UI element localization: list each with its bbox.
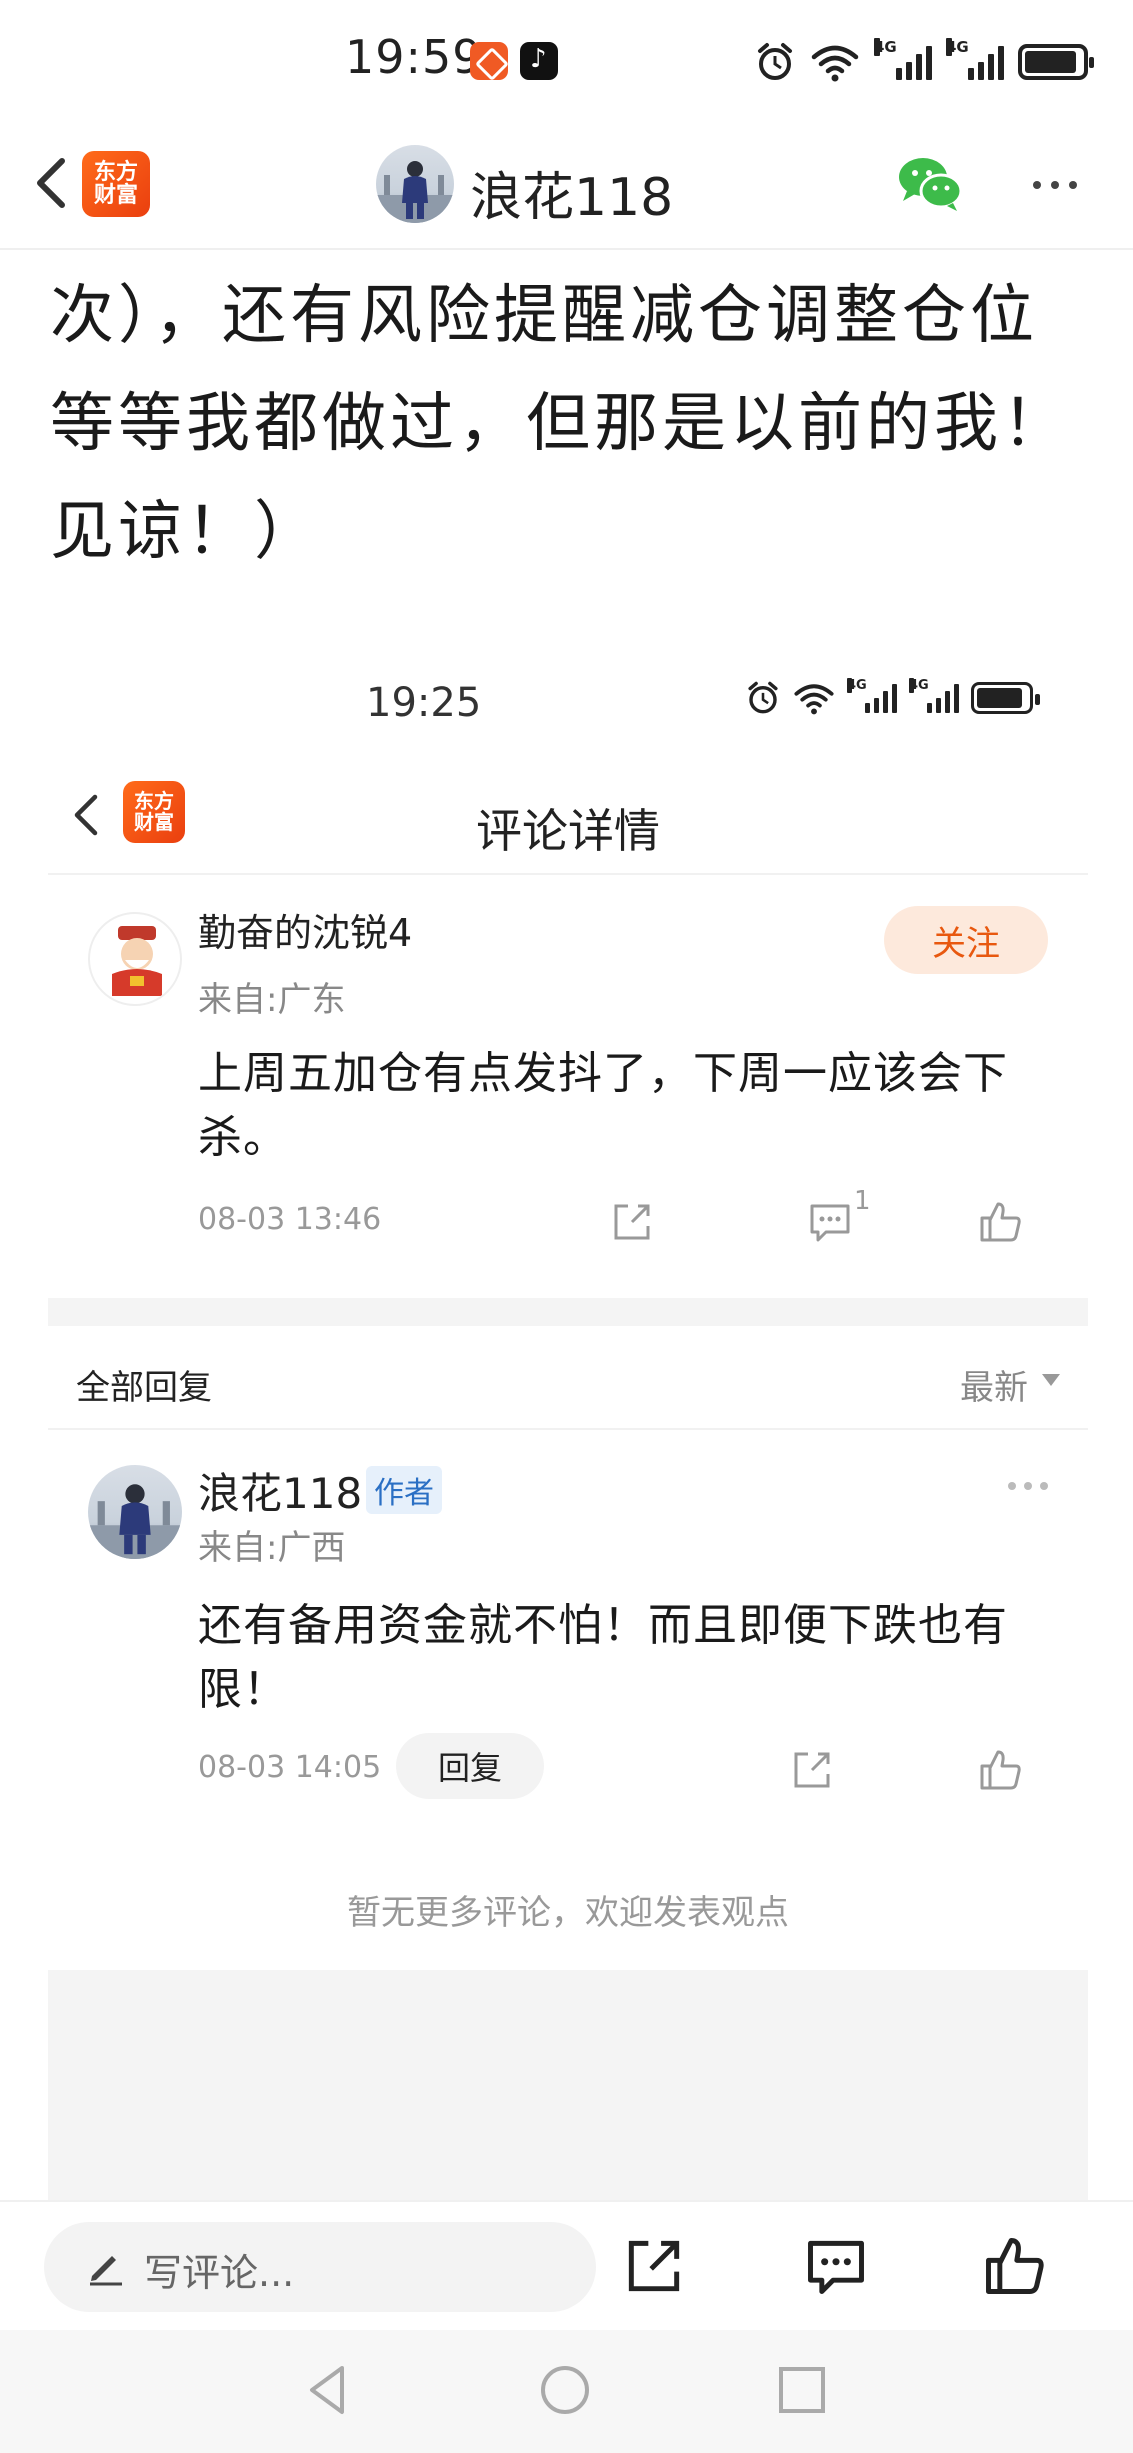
embedded-header: 东方 财富 评论详情: [48, 765, 1088, 875]
person-figure-icon: [88, 1484, 182, 1559]
comment-date: 08-03 13:46: [198, 1202, 382, 1237]
like-icon: [976, 1746, 1024, 1794]
reply-date: 08-03 14:05: [198, 1750, 382, 1785]
status-time: 19:59: [345, 30, 483, 84]
follow-button: 关注: [884, 906, 1048, 974]
comment-icon: [808, 2240, 864, 2294]
wechat-icon: [899, 158, 963, 211]
sort-selector: 最新: [960, 1368, 1028, 1408]
nav-recents-button[interactable]: [772, 2360, 832, 2420]
wifi-icon: [794, 684, 834, 715]
reply-card: 浪花118 作者 来自:广西 还有备用资金就不怕！而且即便下跌也有限！ 08-0…: [48, 1460, 1088, 1799]
status-bar: 19:59 4G 4G: [0, 0, 1133, 125]
alarm-icon: [758, 43, 792, 80]
notification-app-icon: [470, 42, 508, 80]
app-logo[interactable]: 东方 财富: [82, 151, 150, 217]
write-comment-placeholder: 写评论...: [144, 2251, 295, 2295]
back-chevron-icon: [37, 158, 65, 208]
embedded-screenshot-image[interactable]: 19:25 4G 4G 东方 财富 评论详情 勤奋的沈锐4 来自:广东 关注 上…: [48, 640, 1088, 2200]
cellular-signal-icon: 4G: [874, 38, 932, 80]
nav-home-button[interactable]: [535, 2360, 595, 2420]
author-avatar[interactable]: [376, 145, 454, 223]
person-figure-icon: [376, 161, 454, 223]
fortune-god-avatar-icon: [112, 926, 162, 996]
share-icon: [628, 2240, 680, 2292]
replier-name: 浪花118: [198, 1469, 363, 1518]
embedded-status-time: 19:25: [366, 680, 482, 726]
reply-more-options: [1008, 1482, 1048, 1490]
back-button[interactable]: [20, 153, 80, 213]
commenter-avatar: [88, 912, 182, 1006]
cellular-signal-icon: 4G: [847, 678, 897, 713]
wechat-share-button[interactable]: [895, 153, 965, 215]
replies-header: 全部回复 最新: [48, 1326, 1088, 1430]
share-button[interactable]: [620, 2232, 688, 2300]
page-title: 浪花118: [470, 168, 674, 228]
all-replies-label: 全部回复: [76, 1368, 212, 1408]
author-badge: 作者: [366, 1466, 442, 1514]
system-icons: 4G 4G: [754, 38, 1094, 86]
bottom-action-bar: 写评论...: [0, 2200, 1133, 2330]
tiktok-notification-icon: [520, 42, 558, 80]
reply-text: 还有备用资金就不怕！而且即便下跌也有限！: [198, 1600, 1008, 1715]
cellular-signal-icon-2: 4G: [946, 38, 1004, 80]
commenter-location: 来自:广东: [198, 980, 346, 1020]
alarm-icon: [748, 681, 778, 714]
share-icon: [788, 1746, 836, 1794]
embedded-page-title: 评论详情: [476, 804, 660, 858]
comment-card: 勤奋的沈锐4 来自:广东 关注 上周五加仓有点发抖了，下周一应该会下杀。 08-…: [48, 902, 1088, 1242]
battery-icon: [1018, 44, 1094, 80]
post-text-line: 等等我都做过，但那是以前的我！: [50, 387, 1070, 461]
section-divider: [48, 1298, 1088, 1326]
nav-back-button[interactable]: [298, 2360, 358, 2420]
triangle-back-icon: [310, 2366, 344, 2414]
like-button[interactable]: [980, 2232, 1048, 2300]
comment-button[interactable]: [802, 2232, 870, 2300]
write-comment-input[interactable]: 写评论...: [44, 2222, 596, 2312]
no-more-comments-text: 暂无更多评论，欢迎发表观点: [347, 1893, 789, 1933]
embedded-system-icons: 4G 4G: [745, 678, 1040, 716]
wifi-icon: [811, 45, 859, 82]
like-icon: [976, 1198, 1024, 1246]
comment-text: 上周五加仓有点发抖了，下周一应该会下杀。: [198, 1048, 1008, 1163]
share-icon: [608, 1198, 656, 1246]
battery-icon: [971, 682, 1040, 714]
reply-count: 1: [854, 1186, 871, 1216]
pencil-icon: [90, 2256, 122, 2286]
commenter-name: 勤奋的沈锐4: [198, 911, 413, 955]
replier-location: 来自:广西: [198, 1528, 346, 1568]
more-options-button[interactable]: [1020, 165, 1090, 205]
replier-avatar: [88, 1465, 182, 1559]
caret-down-icon: [1042, 1374, 1060, 1386]
comment-icon: [806, 1198, 854, 1246]
cellular-signal-icon-2: 4G: [909, 678, 959, 713]
square-recents-icon: [779, 2367, 825, 2413]
post-text-line: 见谅！）: [50, 495, 322, 569]
empty-area: [48, 1970, 1088, 2200]
reply-button: 回复: [396, 1733, 544, 1799]
post-text-line: 次），还有风险提醒减仓调整仓位: [50, 279, 1038, 353]
top-nav-bar: 东方 财富 浪花118: [0, 125, 1133, 250]
circle-home-icon: [541, 2366, 589, 2414]
system-navigation-bar: [0, 2330, 1133, 2453]
post-body-text: 次），还有风险提醒减仓调整仓位 等等我都做过，但那是以前的我！ 见谅！）: [50, 262, 1100, 586]
like-icon: [986, 2238, 1044, 2294]
